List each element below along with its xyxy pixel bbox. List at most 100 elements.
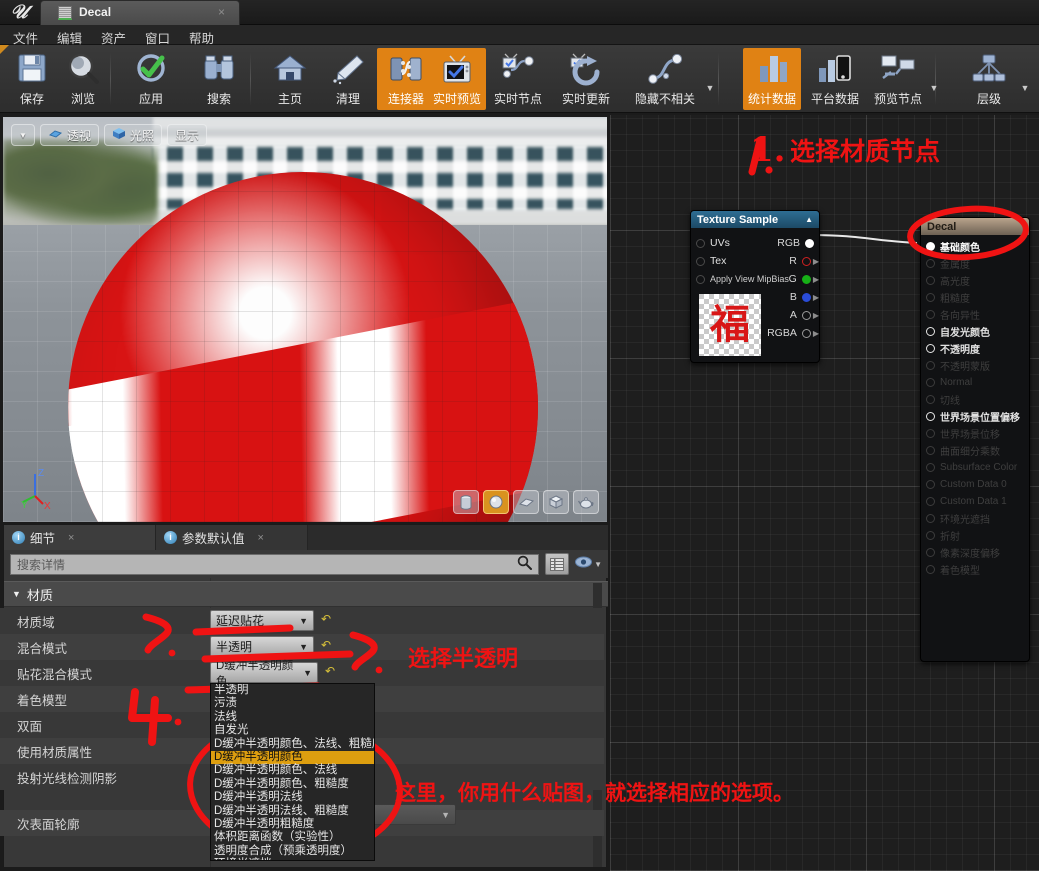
toolbar-button-connectors[interactable]: 连接器: [377, 48, 435, 110]
material-preview-viewport[interactable]: ▼ 透视 光照 显示 Z Y X: [3, 117, 607, 522]
dropdown-option[interactable]: D缓冲半透明法线、粗糙度: [211, 805, 374, 818]
decal-pin-row[interactable]: 曲面细分乘数: [921, 442, 1029, 459]
dropdown-option[interactable]: D缓冲半透明颜色、法线、粗糙度: [211, 738, 374, 751]
viewport-options-button[interactable]: ▼: [11, 124, 35, 146]
decal-pin-row[interactable]: 基础颜色: [921, 238, 1029, 255]
output-pin-rgb[interactable]: [805, 238, 814, 248]
decal-pin-disabled[interactable]: [926, 463, 935, 472]
editor-tab-decal[interactable]: Decal ×: [40, 0, 240, 25]
decal-pin-disabled[interactable]: [926, 361, 935, 370]
decal-pin-disabled[interactable]: [926, 446, 935, 455]
dropdown-option[interactable]: 环境光遮挡: [211, 858, 374, 860]
decal-pin-disabled[interactable]: [926, 565, 935, 574]
decal-pin-disabled[interactable]: [926, 293, 935, 302]
decal-pin-enabled[interactable]: [926, 344, 935, 353]
decal-pin-disabled[interactable]: [926, 395, 935, 404]
tab-parameter-defaults[interactable]: i 参数默认值 ×: [156, 525, 308, 550]
decal-pin-row[interactable]: 世界场景位置偏移: [921, 408, 1029, 425]
decal-pin-disabled[interactable]: [926, 480, 935, 489]
decal-pin-row[interactable]: Custom Data 0: [921, 476, 1029, 493]
toolbar-button-live-update[interactable]: 实时更新: [557, 48, 615, 110]
viewport-lighting-button[interactable]: 光照: [104, 124, 163, 146]
revert-icon[interactable]: ↶: [325, 664, 335, 678]
viewport-perspective-button[interactable]: 透视: [40, 124, 100, 146]
search-input[interactable]: 搜索详情: [10, 553, 540, 575]
output-pin-a[interactable]: [801, 310, 811, 320]
chevron-down-icon[interactable]: ▼: [928, 83, 940, 95]
dropdown-option[interactable]: 半透明: [211, 684, 374, 697]
decal-pin-row[interactable]: 像素深度偏移: [921, 544, 1029, 561]
visibility-options-button[interactable]: ▼: [575, 555, 602, 573]
material-graph-editor[interactable]: Texture Sample ▲ UVs Tex Apply View MipB…: [610, 115, 1039, 871]
revert-icon[interactable]: ↶: [321, 638, 331, 652]
toolbar-button-apply[interactable]: 应用: [122, 48, 180, 110]
viewport-show-button[interactable]: 显示: [167, 124, 208, 146]
node-material-output-decal[interactable]: Decal 基础颜色 金属度 高光度 粗糙度 各向异性 自发光颜色 不透明度 不透明蒙版 Nor…: [920, 217, 1030, 662]
decal-pin-disabled[interactable]: [926, 548, 935, 557]
decal-pin-row[interactable]: 不透明度: [921, 340, 1029, 357]
section-header-material[interactable]: ▼ 材质: [4, 581, 608, 607]
decal-pin-row[interactable]: 高光度: [921, 272, 1029, 289]
close-icon[interactable]: ×: [218, 5, 225, 19]
node-texture-sample[interactable]: Texture Sample ▲ UVs Tex Apply View MipB…: [690, 210, 820, 363]
decal-pin-disabled[interactable]: [926, 259, 935, 268]
decal-pin-row[interactable]: 世界场景位移: [921, 425, 1029, 442]
decal-pin-disabled[interactable]: [926, 310, 935, 319]
tab-details[interactable]: i 细节 ×: [4, 525, 156, 550]
toolbar-button-home[interactable]: 主页: [261, 48, 319, 110]
toolbar-button-browse[interactable]: 浏览: [54, 48, 112, 110]
toolbar-button-clean[interactable]: 清理: [319, 48, 377, 110]
decal-blend-mode-options-list[interactable]: 半透明 污渍 法线 自发光 D缓冲半透明颜色、法线、粗糙度 D缓冲半透明颜色 D缓冲半透明颜…: [210, 683, 375, 861]
decal-pin-disabled[interactable]: [926, 429, 935, 438]
decal-pin-disabled[interactable]: [926, 514, 935, 523]
blend-mode-dropdown[interactable]: 半透明 ▼: [210, 636, 314, 657]
decal-pin-row[interactable]: Subsurface Color: [921, 459, 1029, 476]
decal-blend-mode-dropdown[interactable]: D缓冲半透明颜色 ▼: [210, 660, 318, 688]
decal-pin-row[interactable]: 不透明蒙版: [921, 357, 1029, 374]
dropdown-option[interactable]: 透明度合成（预乘透明度）: [211, 845, 374, 858]
toolbar-button-hide-unrelated[interactable]: 隐藏不相关: [625, 48, 705, 110]
close-icon[interactable]: ×: [68, 532, 74, 544]
output-pin-b[interactable]: [801, 292, 811, 302]
output-pin-rgba[interactable]: [801, 328, 811, 338]
decal-pin-row[interactable]: 自发光颜色: [921, 323, 1029, 340]
toolbar-button-stats[interactable]: 统计数据: [743, 48, 801, 110]
decal-pin-disabled[interactable]: [926, 276, 935, 285]
decal-pin-disabled[interactable]: [926, 378, 935, 387]
dropdown-option[interactable]: 体积距离函数（实验性）: [211, 831, 374, 844]
dropdown-option[interactable]: D缓冲半透明法线: [211, 791, 374, 804]
output-pin-r[interactable]: [801, 256, 811, 266]
toolbar-button-preview-node[interactable]: 预览节点: [869, 48, 927, 110]
decal-pin-row[interactable]: 折射: [921, 527, 1029, 544]
view-options-grid-button[interactable]: [545, 553, 570, 575]
input-pin[interactable]: [696, 274, 705, 284]
revert-icon[interactable]: ↶: [321, 612, 331, 626]
cylinder-primitive[interactable]: [453, 490, 479, 514]
dropdown-option[interactable]: 自发光: [211, 724, 374, 737]
close-icon[interactable]: ×: [258, 532, 264, 544]
node-header[interactable]: Texture Sample ▲: [691, 211, 819, 228]
toolbar-button-save[interactable]: 保存: [3, 48, 61, 110]
dropdown-option[interactable]: D缓冲半透明颜色、粗糙度: [211, 778, 374, 791]
decal-pin-row[interactable]: Normal: [921, 374, 1029, 391]
input-pin[interactable]: [696, 256, 705, 266]
decal-pin-row[interactable]: 金属度: [921, 255, 1029, 272]
dropdown-option[interactable]: 法线: [211, 711, 374, 724]
decal-pin-row[interactable]: 各向异性: [921, 306, 1029, 323]
decal-pin-disabled[interactable]: [926, 497, 935, 506]
toolbar-button-live-preview[interactable]: 实时预览: [428, 48, 486, 110]
input-pin[interactable]: [696, 238, 705, 248]
decal-pin-row[interactable]: 环境光遮挡: [921, 510, 1029, 527]
chevron-down-icon[interactable]: ▼: [704, 83, 716, 95]
decal-pin-row[interactable]: 切线: [921, 391, 1029, 408]
material-domain-dropdown[interactable]: 延迟贴花 ▼: [210, 610, 314, 631]
toolbar-button-hierarchy[interactable]: 层级: [960, 48, 1018, 110]
node-header[interactable]: Decal: [921, 218, 1029, 235]
triangle-up-icon[interactable]: ▲: [805, 215, 813, 224]
dropdown-option[interactable]: D缓冲半透明颜色: [211, 750, 374, 765]
decal-pin-enabled[interactable]: [926, 412, 935, 421]
chevron-down-icon[interactable]: ▼: [1019, 83, 1031, 95]
dropdown-option[interactable]: D缓冲半透明颜色、法线: [211, 764, 374, 777]
decal-pin-enabled[interactable]: [926, 327, 935, 336]
toolbar-button-search[interactable]: 搜索: [190, 48, 248, 110]
